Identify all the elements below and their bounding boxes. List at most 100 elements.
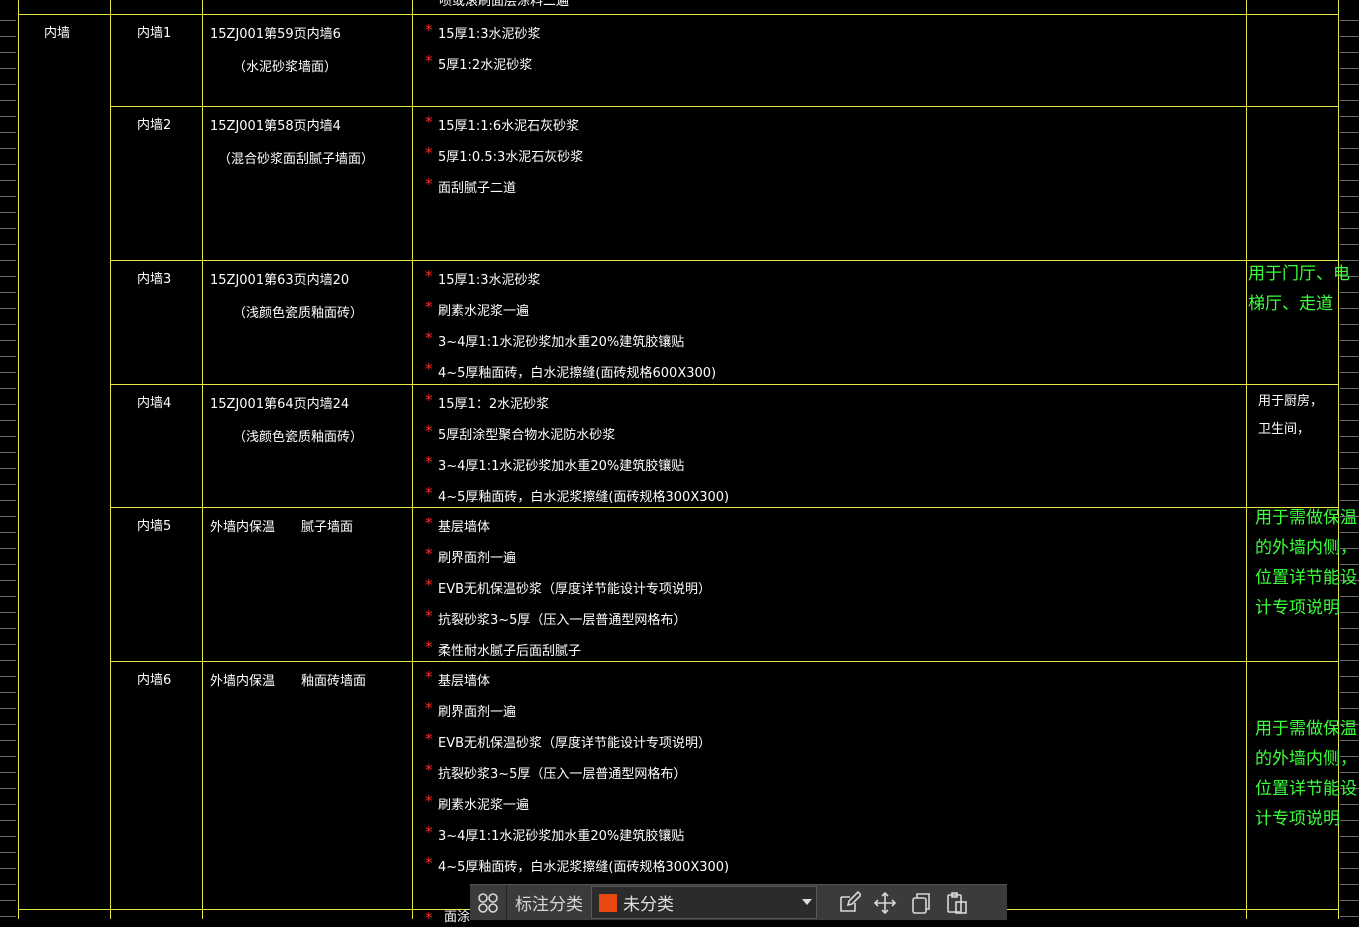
- layer-item: 4~5厚釉面砖，白水泥浆擦缝(面砖规格300X300): [438, 860, 730, 875]
- ruler-tick: [0, 228, 16, 229]
- ruler-tick: [1340, 164, 1359, 165]
- ruler-tick: [1340, 180, 1359, 181]
- ruler-tick: [1340, 660, 1359, 661]
- row-reference: 15ZJ001第58页内墙4: [210, 119, 341, 134]
- layer-item: 抗裂砂浆3~5厚（压入一层普通型网格布）: [438, 767, 687, 782]
- cutoff-text-top: 喷或滚刷面层涂料二遍: [439, 0, 570, 9]
- star-marker: *: [425, 730, 433, 748]
- ruler-tick: [1340, 692, 1359, 693]
- row-name: 内墙5: [137, 519, 172, 534]
- ruler-tick: [0, 804, 16, 805]
- row-reference-sub: （水泥砂浆墙面）: [233, 60, 338, 75]
- ruler-tick: [1340, 436, 1359, 437]
- ruler-tick: [1340, 116, 1359, 117]
- ruler-tick: [0, 468, 16, 469]
- layer-item: EVB无机保温砂浆（厚度详节能设计专项说明）: [438, 736, 712, 751]
- star-marker: *: [425, 267, 433, 285]
- ruler-tick: [0, 340, 16, 341]
- ruler-tick: [0, 644, 16, 645]
- edit-icon[interactable]: [831, 885, 867, 920]
- ruler-tick: [0, 660, 16, 661]
- chevron-down-icon: [802, 899, 812, 905]
- ruler-tick: [0, 276, 16, 277]
- ruler-tick: [0, 292, 16, 293]
- ruler-tick: [0, 84, 16, 85]
- category-select[interactable]: 未分类: [591, 886, 817, 919]
- row-reference: 外墙内保温 釉面砖墙面: [210, 674, 367, 689]
- ruler-tick: [1340, 100, 1359, 101]
- layer-item: 柔性耐水腻子后面刮腻子: [438, 644, 582, 659]
- ruler-tick: [0, 356, 16, 357]
- grid-icon[interactable]: [470, 885, 506, 920]
- row-reference: 15ZJ001第59页内墙6: [210, 27, 341, 42]
- ruler-tick: [1340, 452, 1359, 453]
- layer-item: 15厚1:1:6水泥石灰砂浆: [438, 119, 580, 134]
- grid-line: [110, 507, 1339, 508]
- ruler-tick: [1340, 68, 1359, 69]
- layer-item: 3~4厚1:1水泥砂浆加水重20%建筑胶镶贴: [438, 459, 685, 474]
- layer-item: 5厚刮涂型聚合物水泥防水砂浆: [438, 428, 616, 443]
- ruler-tick: [0, 676, 16, 677]
- ruler-tick: [0, 596, 16, 597]
- ruler-tick: [0, 68, 16, 69]
- star-marker: *: [425, 514, 433, 532]
- star-marker: *: [425, 360, 433, 378]
- ruler-tick: [0, 564, 16, 565]
- paste-icon[interactable]: [939, 885, 975, 920]
- row-name: 内墙6: [137, 673, 172, 688]
- ruler-tick: [0, 516, 16, 517]
- layer-item: 基层墙体: [438, 520, 491, 535]
- star-marker: *: [425, 854, 433, 872]
- ruler-tick: [1340, 484, 1359, 485]
- grid-line: [110, 384, 1339, 385]
- row-note: 用于需做保温 的外墙内侧， 位置详节能设 计专项说明: [1255, 508, 1357, 618]
- layer-item: 3~4厚1:1水泥砂浆加水重20%建筑胶镶贴: [438, 829, 685, 844]
- star-marker: *: [425, 298, 433, 316]
- ruler-tick: [0, 916, 16, 917]
- grid-line: [110, 661, 1339, 662]
- category-color-swatch: [599, 893, 617, 912]
- ruler-tick: [1340, 196, 1359, 197]
- layer-item: 刷界面剂一遍: [438, 705, 517, 720]
- row-name: 内墙2: [137, 118, 172, 133]
- star-marker: *: [425, 484, 433, 502]
- ruler-tick: [0, 388, 16, 389]
- star-marker: *: [425, 823, 433, 841]
- star-marker: *: [425, 607, 433, 625]
- grid-line: [1246, 0, 1247, 919]
- star-marker: *: [425, 329, 433, 347]
- ruler-tick: [0, 116, 16, 117]
- move-icon[interactable]: [867, 885, 903, 920]
- layer-item: 刷素水泥浆一遍: [438, 304, 530, 319]
- ruler-tick: [1340, 420, 1359, 421]
- ruler-tick: [1340, 916, 1359, 917]
- ruler-tick: [0, 180, 16, 181]
- ruler-tick: [1340, 644, 1359, 645]
- category-label: 标注分类: [515, 895, 583, 915]
- layer-item: 15厚1:3水泥砂浆: [438, 27, 541, 42]
- ruler-tick: [1340, 500, 1359, 501]
- ruler-tick: [0, 548, 16, 549]
- copy-icon[interactable]: [903, 885, 939, 920]
- row-note: 用于厨房， 卫生间，: [1258, 394, 1324, 437]
- row-reference: 15ZJ001第64页内墙24: [210, 397, 350, 412]
- ruler-tick: [0, 612, 16, 613]
- ruler-tick: [0, 532, 16, 533]
- row-reference-sub: （浅颜色瓷质釉面砖）: [233, 430, 364, 445]
- grid-line: [110, 260, 1339, 261]
- row-reference: 外墙内保温 腻子墙面: [210, 520, 354, 535]
- ruler-tick: [0, 372, 16, 373]
- ruler-tick: [1340, 340, 1359, 341]
- ruler-tick: [0, 324, 16, 325]
- row-note: 用于门厅、电 梯厅、走道: [1248, 264, 1350, 314]
- ruler-tick: [0, 788, 16, 789]
- ruler-tick: [0, 756, 16, 757]
- ruler-tick: [0, 692, 16, 693]
- ruler-tick: [0, 580, 16, 581]
- ruler-tick: [0, 500, 16, 501]
- grid-line: [18, 0, 19, 919]
- ruler-tick: [1340, 356, 1359, 357]
- ruler-tick: [0, 452, 16, 453]
- star-marker: *: [425, 638, 433, 656]
- ruler-tick: [0, 164, 16, 165]
